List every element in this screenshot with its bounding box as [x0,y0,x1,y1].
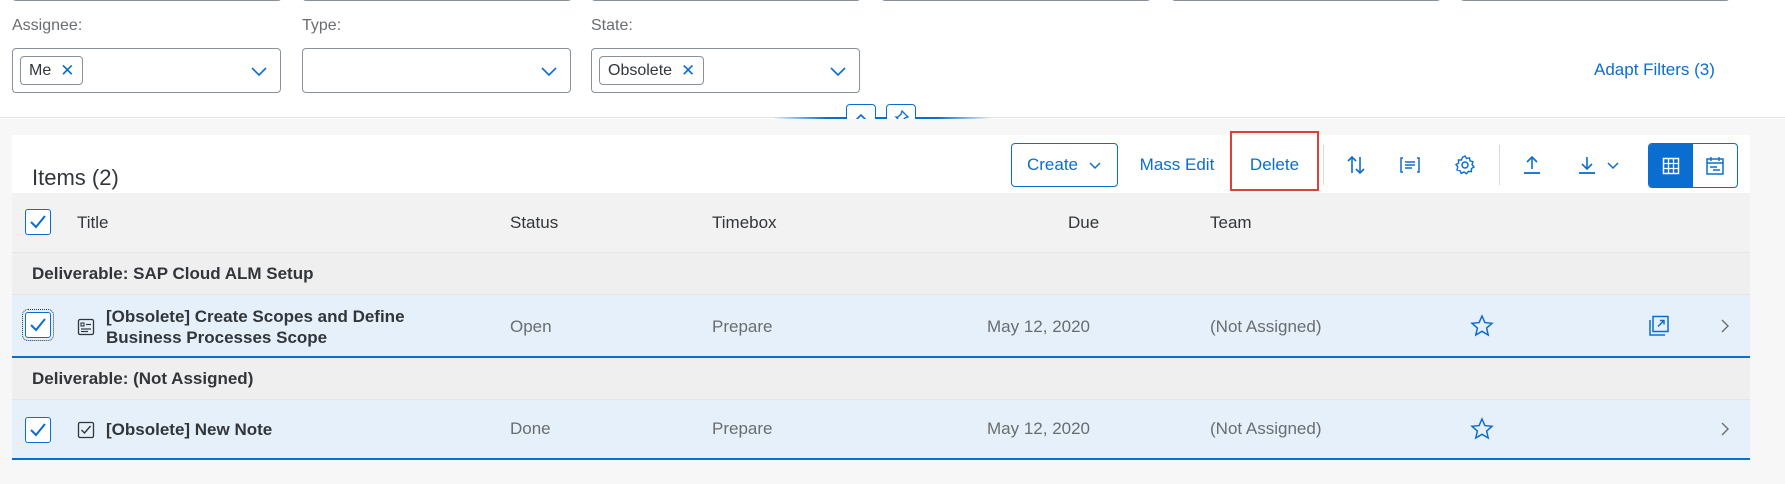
filter-field-top[interactable] [1460,0,1730,1]
checkmark-icon [30,423,46,437]
create-button-label: Create [1026,155,1079,174]
upload-icon [1524,155,1540,174]
row-team: (Not Assigned) [1210,419,1322,438]
chevron-down-icon [1607,162,1619,170]
chevron-down-icon[interactable] [829,63,847,79]
select-all-checkbox[interactable] [25,209,51,235]
group-header-row: Deliverable: (Not Assigned) [12,358,1750,400]
group-icon [1400,157,1420,173]
chevron-down-icon[interactable] [540,63,558,79]
open-in-new-window-icon[interactable] [1647,314,1671,338]
settings-button[interactable] [1449,148,1481,182]
view-switch [1648,143,1738,188]
row-title-line: Business Processes Scope [106,328,328,347]
task-list-icon [77,318,95,336]
delete-highlight-box [1230,131,1319,191]
state-select[interactable]: Obsolete ✕ [591,48,860,93]
chevron-down-icon [1089,162,1101,170]
row-due: May 12, 2020 [987,419,1091,438]
row-title[interactable]: [Obsolete] New Note [106,419,272,440]
calendar-icon [1706,156,1724,175]
filter-field-top[interactable] [302,0,572,1]
filter-field-top[interactable] [12,0,282,1]
row-title-line: [Obsolete] Create Scopes and Define [106,307,405,326]
assignee-label: Assignee: [12,17,83,34]
row-checkbox[interactable] [22,309,54,341]
chevron-down-icon[interactable] [250,63,268,79]
sort-button[interactable] [1340,148,1372,182]
row-team: (Not Assigned) [1210,317,1322,336]
table-view-button[interactable] [1649,144,1693,187]
grid-icon [1662,157,1680,174]
download-icon [1579,157,1595,174]
group-button[interactable] [1394,148,1426,182]
state-token-text: Obsolete [608,61,673,79]
upload-button[interactable] [1516,148,1548,182]
filter-field-top[interactable] [1171,0,1441,1]
remove-token-icon[interactable]: ✕ [60,62,74,79]
group-header-text: Deliverable: (Not Assigned) [32,369,254,388]
star-icon[interactable] [1470,417,1494,441]
type-label: Type: [302,17,342,34]
row-status: Open [510,317,552,336]
toolbar-separator [1323,145,1324,185]
checkmark-icon [30,215,46,229]
star-icon[interactable] [1470,314,1494,338]
row-timebox: Prepare [712,317,773,336]
chevron-right-icon[interactable] [1718,421,1732,437]
state-label: State: [591,17,633,34]
adapt-filters-link[interactable]: Adapt Filters (3) [1594,60,1715,80]
sort-icon [1347,155,1365,175]
table-row[interactable]: [Obsolete] Create Scopes and Define Busi… [12,295,1750,358]
filter-bar: Assignee: Me ✕ Type: State: Obsolete ✕ A… [0,0,1785,118]
group-header-row: Deliverable: SAP Cloud ALM Setup [12,253,1750,295]
table-row[interactable]: [Obsolete] New Note Done Prepare May 12,… [12,400,1750,460]
column-header-status[interactable]: Status [510,213,558,233]
row-due: May 12, 2020 [987,317,1091,336]
row-title[interactable]: [Obsolete] Create Scopes and Define Busi… [106,306,405,348]
gear-icon [1454,155,1476,175]
create-button[interactable]: Create [1011,143,1118,187]
assignee-select[interactable]: Me ✕ [12,48,281,93]
row-checkbox[interactable] [25,417,51,443]
assignee-token: Me ✕ [20,56,84,85]
column-header-title[interactable]: Title [77,213,109,233]
filter-field-top[interactable] [591,0,861,1]
column-header-team[interactable]: Team [1210,213,1252,233]
assignee-token-text: Me [29,61,52,79]
items-title: Items (2) [32,165,119,190]
table-header-row: Title Status Timebox Due Team [12,193,1750,253]
column-header-timebox[interactable]: Timebox [712,213,777,233]
export-button[interactable] [1570,148,1626,182]
toolbar-separator [1499,145,1500,185]
timeline-view-button[interactable] [1693,144,1737,187]
group-header-text: Deliverable: SAP Cloud ALM Setup [32,264,314,283]
remove-token-icon[interactable]: ✕ [681,62,695,79]
row-timebox: Prepare [712,419,773,438]
state-token: Obsolete ✕ [599,56,705,85]
row-status: Done [510,419,551,438]
checklist-icon [77,421,95,439]
chevron-right-icon[interactable] [1718,318,1732,334]
type-select[interactable] [302,48,571,93]
filter-field-top[interactable] [881,0,1151,1]
column-header-due[interactable]: Due [1068,213,1099,233]
mass-edit-button[interactable]: Mass Edit [1132,143,1222,187]
checkmark-icon [30,318,46,332]
